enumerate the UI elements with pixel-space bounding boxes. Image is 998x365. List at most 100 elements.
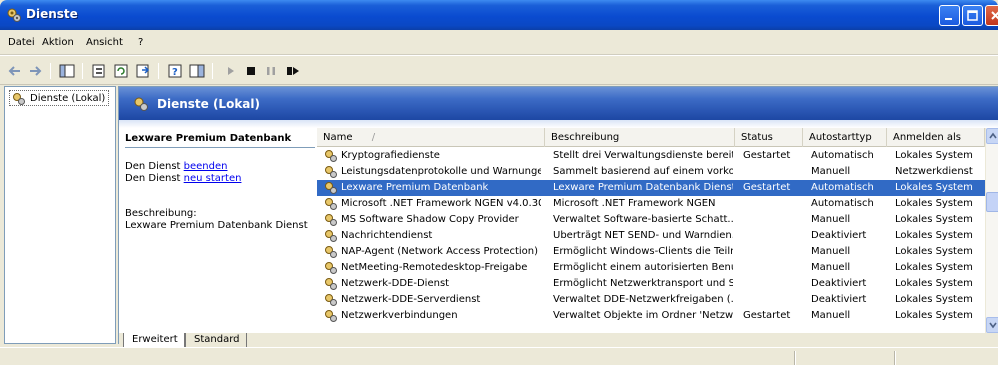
description-text: Lexware Premium Datenbank Dienst bbox=[125, 220, 308, 231]
help-icon[interactable]: ? bbox=[166, 62, 184, 80]
cell-logon: Lokales System bbox=[895, 182, 973, 193]
cell-logon: Lokales System bbox=[895, 262, 973, 273]
scroll-up-button[interactable] bbox=[986, 128, 998, 144]
service-gear-icon bbox=[325, 198, 337, 210]
menu-bar: Datei Aktion Ansicht ? bbox=[0, 30, 998, 55]
table-row[interactable]: Leistungsdatenprotokolle und Warnungen Sa… bbox=[317, 164, 985, 180]
play-icon[interactable] bbox=[222, 62, 240, 80]
table-row[interactable]: Netzwerk-DDE-Dienst Ermöglicht Netzwerktr… bbox=[317, 276, 985, 292]
status-bar bbox=[0, 347, 998, 365]
cell-name: NAP-Agent (Network Access Protection) bbox=[341, 246, 539, 257]
cell-desc: Sammelt basierend auf einem vorko... bbox=[553, 166, 733, 177]
details-panel: Dienste (Lokal) Lexware Premium Datenban… bbox=[118, 86, 998, 349]
panel-title: Dienste (Lokal) bbox=[157, 97, 261, 111]
cell-logon: Lokales System bbox=[895, 230, 973, 241]
cell-name: Netzwerkverbindungen bbox=[341, 310, 458, 321]
export-list-icon[interactable] bbox=[134, 62, 152, 80]
refresh-icon[interactable] bbox=[112, 62, 130, 80]
cell-logon: Lokales System bbox=[895, 310, 973, 321]
column-header-description[interactable]: Beschreibung bbox=[545, 128, 735, 147]
services-list: Name / Beschreibung Status Autostarttyp … bbox=[317, 128, 998, 333]
cell-name: NetMeeting-Remotedesktop-Freigabe bbox=[341, 262, 528, 273]
table-row[interactable]: MS Software Shadow Copy Provider Verwalte… bbox=[317, 212, 985, 228]
selected-service-name: Lexware Premium Datenbank bbox=[125, 133, 292, 144]
table-row[interactable]: NAP-Agent (Network Access Protection) Erm… bbox=[317, 244, 985, 260]
menu-datei[interactable]: Datei bbox=[8, 37, 35, 48]
service-gear-icon bbox=[325, 310, 337, 322]
status-pane-divider bbox=[894, 351, 896, 365]
service-gear-icon bbox=[325, 246, 337, 258]
vertical-scrollbar[interactable] bbox=[985, 128, 998, 333]
description-label: Beschreibung: bbox=[125, 208, 197, 219]
stop-icon[interactable] bbox=[242, 62, 260, 80]
cell-name: Microsoft .NET Framework NGEN v4.0.303..… bbox=[341, 198, 541, 209]
column-label: Name bbox=[323, 132, 353, 143]
cell-name: Netzwerk-DDE-Serverdienst bbox=[341, 294, 481, 305]
back-arrow-icon[interactable] bbox=[6, 62, 24, 80]
action-pane-icon[interactable] bbox=[188, 62, 206, 80]
menu-aktion[interactable]: Aktion bbox=[42, 37, 74, 48]
service-gear-icon bbox=[325, 166, 337, 178]
column-header-status[interactable]: Status bbox=[735, 128, 803, 147]
service-gear-icon bbox=[325, 278, 337, 290]
table-row[interactable]: Netzwerkverbindungen Verwaltet Objekte im… bbox=[317, 308, 985, 324]
table-row[interactable]: Netzwerk-DDE-Serverdienst Verwaltet DDE-N… bbox=[317, 292, 985, 308]
minimize-button[interactable] bbox=[939, 5, 960, 26]
table-row[interactable]: NetMeeting-Remotedesktop-Freigabe Ermögli… bbox=[317, 260, 985, 276]
restart-icon[interactable] bbox=[284, 62, 302, 80]
cell-start: Manuell bbox=[811, 262, 851, 273]
menu-ansicht[interactable]: Ansicht bbox=[86, 37, 123, 48]
cell-desc: Ermöglicht Windows-Clients die Teiln... bbox=[553, 246, 733, 257]
divider bbox=[125, 147, 315, 148]
menu-help[interactable]: ? bbox=[138, 37, 143, 48]
close-button[interactable] bbox=[985, 5, 998, 26]
forward-arrow-icon[interactable] bbox=[26, 62, 44, 80]
services-gear-icon bbox=[134, 97, 148, 111]
properties-icon[interactable] bbox=[90, 62, 108, 80]
cell-start: Automatisch bbox=[811, 150, 874, 161]
table-row[interactable]: Nachrichtendienst Überträgt NET SEND- und… bbox=[317, 228, 985, 244]
column-header-name[interactable]: Name / bbox=[317, 128, 545, 147]
restart-prefix: Den Dienst bbox=[125, 173, 184, 184]
cell-logon: Lokales System bbox=[895, 198, 973, 209]
cell-desc: Ermöglicht einem autorisierten Benut... bbox=[553, 262, 733, 273]
cell-logon: Lokales System bbox=[895, 294, 973, 305]
table-row[interactable]: Microsoft .NET Framework NGEN v4.0.303..… bbox=[317, 196, 985, 212]
tree-item-label: Dienste (Lokal) bbox=[30, 93, 106, 104]
scroll-thumb[interactable] bbox=[986, 192, 998, 212]
view-tabs: Erweitert Standard bbox=[119, 333, 998, 349]
cell-desc: Überträgt NET SEND- und Warndien... bbox=[553, 230, 733, 241]
cell-desc: Microsoft .NET Framework NGEN bbox=[553, 198, 716, 209]
cell-logon: Lokales System bbox=[895, 278, 973, 289]
tree-item-services-local[interactable]: Dienste (Lokal) bbox=[9, 90, 110, 106]
scroll-down-button[interactable] bbox=[986, 317, 998, 333]
service-gear-icon bbox=[325, 262, 337, 274]
cell-start: Deaktiviert bbox=[811, 230, 867, 241]
service-gear-icon bbox=[325, 294, 337, 306]
cell-desc: Stellt drei Verwaltungsdienste bereit... bbox=[553, 150, 733, 161]
column-header-starttype[interactable]: Autostarttyp bbox=[803, 128, 887, 147]
toolbar-separator bbox=[50, 63, 51, 79]
console-tree-icon[interactable] bbox=[58, 62, 76, 80]
table-row[interactable]: Lexware Premium Datenbank Lexware Premium… bbox=[317, 180, 985, 196]
maximize-icon bbox=[967, 10, 978, 21]
cell-logon: Lokales System bbox=[895, 150, 973, 161]
cell-desc: Verwaltet Software-basierte Schatt... bbox=[553, 214, 733, 225]
maximize-button[interactable] bbox=[962, 5, 983, 26]
service-description-pane: Lexware Premium Datenbank Den Dienst bee… bbox=[119, 128, 315, 333]
cell-name: Kryptografiedienste bbox=[341, 150, 440, 161]
toolbar-separator bbox=[82, 63, 83, 79]
panel-header: Dienste (Lokal) bbox=[119, 87, 998, 120]
toolbar: ? bbox=[0, 55, 998, 85]
service-gear-icon bbox=[325, 182, 337, 194]
stop-service-link[interactable]: beenden bbox=[184, 161, 228, 172]
cell-logon: Lokales System bbox=[895, 214, 973, 225]
cell-start: Deaktiviert bbox=[811, 278, 867, 289]
close-icon bbox=[991, 11, 998, 20]
restart-service-link[interactable]: neu starten bbox=[184, 173, 242, 184]
service-gear-icon bbox=[325, 230, 337, 242]
table-row[interactable]: Kryptografiedienste Stellt drei Verwaltun… bbox=[317, 148, 985, 164]
column-header-logon[interactable]: Anmelden als bbox=[887, 128, 985, 147]
cell-start: Deaktiviert bbox=[811, 294, 867, 305]
pause-icon[interactable] bbox=[262, 62, 280, 80]
